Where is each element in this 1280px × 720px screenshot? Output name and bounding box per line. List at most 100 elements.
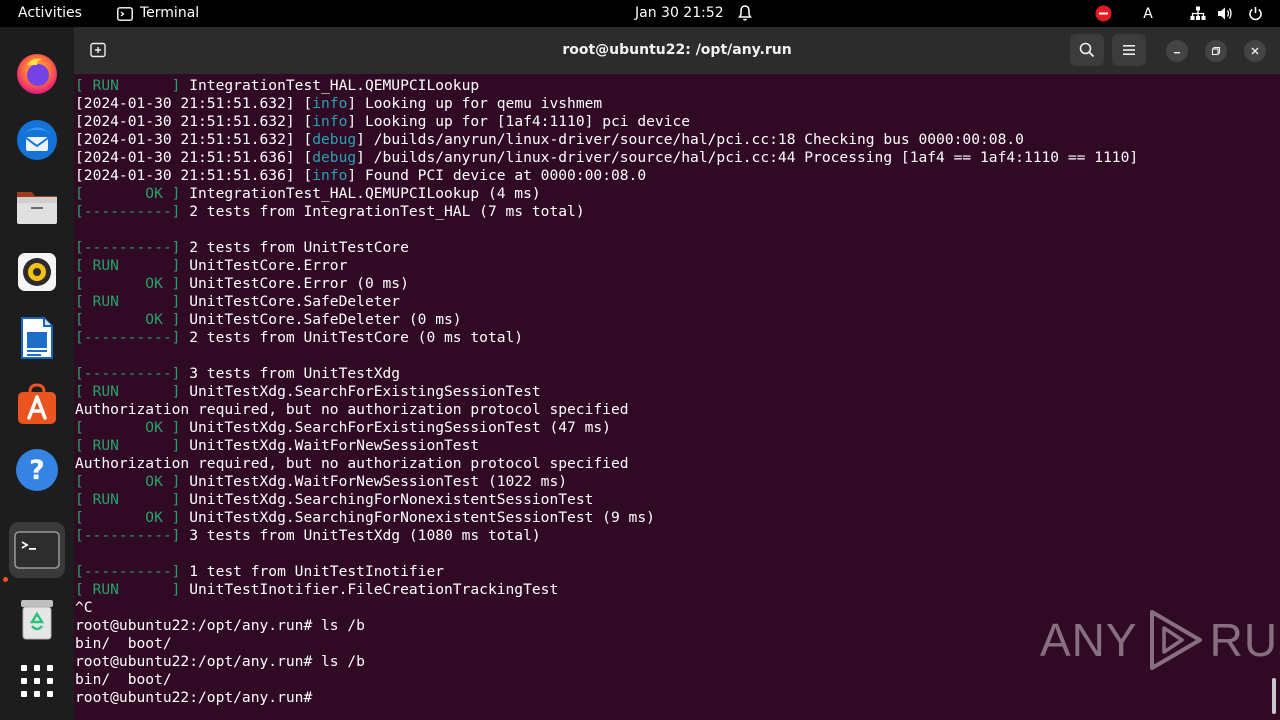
terminal-line: [2024-01-30 21:51:51.632] [info] Looking… <box>75 113 1138 131</box>
terminal-text-segment: Authorization required, but no authoriza… <box>75 455 629 472</box>
dock: ? <box>0 27 74 720</box>
terminal-text-segment: bin/ boot/ <box>75 635 172 652</box>
terminal-text-segment: [2024-01-30 21:51:51.632] [ <box>75 131 313 148</box>
menu-button[interactable] <box>1112 34 1146 66</box>
terminal-line: [2024-01-30 21:51:51.632] [info] Looking… <box>75 95 1138 113</box>
terminal-icon <box>14 531 60 569</box>
anyrun-watermark: ANY RUN <box>1040 608 1280 672</box>
writer-icon <box>21 317 53 359</box>
close-button[interactable] <box>1244 40 1266 62</box>
restore-icon <box>1211 46 1221 56</box>
terminal-line: [ RUN ] UnitTestCore.SafeDeleter <box>75 293 1138 311</box>
terminal-line: [ RUN ] UnitTestXdg.SearchingForNonexist… <box>75 491 1138 509</box>
terminal-line: [ OK ] UnitTestCore.Error (0 ms) <box>75 275 1138 293</box>
watermark-right-text: RUN <box>1209 614 1280 666</box>
terminal-line: [----------] 3 tests from UnitTestXdg <box>75 365 1138 383</box>
dock-terminal[interactable] <box>9 522 65 578</box>
terminal-text-segment: [----------] <box>75 329 181 346</box>
terminal-app-icon <box>117 6 133 21</box>
terminal-line: root@ubuntu22:/opt/any.run# ls /b <box>75 617 1138 635</box>
dock-rhythmbox[interactable] <box>9 244 65 300</box>
power-icon[interactable] <box>1245 0 1265 27</box>
terminal-text-segment: UnitTestXdg.WaitForNewSessionTest <box>180 437 480 454</box>
terminal-cursor <box>321 689 330 705</box>
running-indicator <box>3 577 8 582</box>
hamburger-menu-icon <box>1123 45 1135 55</box>
maximize-button[interactable] <box>1205 40 1227 62</box>
close-icon <box>1251 47 1259 55</box>
dock-thunderbird[interactable] <box>9 112 65 168</box>
app-grid-icon <box>21 665 53 697</box>
top-bar: Activities Terminal Jan 30 21:52 A <box>0 0 1280 27</box>
terminal-line: [ OK ] UnitTestXdg.SearchingForNonexiste… <box>75 509 1138 527</box>
terminal-line: bin/ boot/ <box>75 671 1138 689</box>
terminal-text-segment: root@ubuntu22:/opt/any.run# <box>75 689 322 706</box>
terminal-text-segment: 3 tests from UnitTestXdg <box>180 365 401 382</box>
network-wired-icon[interactable] <box>1188 0 1208 27</box>
activities-button[interactable]: Activities <box>18 0 82 27</box>
dock-help[interactable]: ? <box>9 442 65 498</box>
terminal-line: [2024-01-30 21:51:51.636] [debug] /build… <box>75 149 1138 167</box>
dock-show-applications[interactable] <box>9 653 65 709</box>
terminal-line: Authorization required, but no authoriza… <box>75 455 1138 473</box>
terminal-text-segment: ] Looking up for [1af4:1110] pci device <box>347 113 691 130</box>
dock-files[interactable] <box>9 178 65 234</box>
terminal-text-segment: [ RUN ] <box>75 581 181 598</box>
scrollbar[interactable] <box>1272 678 1276 714</box>
terminal-line: [ RUN ] UnitTestXdg.WaitForNewSessionTes… <box>75 437 1138 455</box>
terminal-text-segment: [2024-01-30 21:51:51.636] [ <box>75 149 313 166</box>
terminal-text-segment: UnitTestCore.Error (0 ms) <box>180 275 409 292</box>
terminal-text-segment: ] /builds/anyrun/linux-driver/source/hal… <box>356 149 1139 166</box>
dock-libreoffice-writer[interactable] <box>9 310 65 366</box>
terminal-text-segment: ] Looking up for qemu ivshmem <box>347 95 603 112</box>
dock-trash[interactable] <box>9 591 65 647</box>
terminal-text-segment: UnitTestInotifier.FileCreationTrackingTe… <box>180 581 559 598</box>
terminal-text-segment: ^C <box>75 599 93 616</box>
dock-ubuntu-software[interactable] <box>9 376 65 432</box>
terminal-line: [ RUN ] UnitTestInotifier.FileCreationTr… <box>75 581 1138 599</box>
dock-firefox[interactable] <box>9 46 65 102</box>
terminal-text-segment: UnitTestXdg.SearchingForNonexistentSessi… <box>180 509 655 526</box>
terminal-text-segment: info <box>312 167 348 184</box>
terminal-text-segment: [ RUN ] <box>75 383 181 400</box>
terminal-text-segment: [----------] <box>75 365 181 382</box>
terminal-line: [ OK ] UnitTestCore.SafeDeleter (0 ms) <box>75 311 1138 329</box>
new-tab-button[interactable] <box>84 36 112 64</box>
terminal-text-segment: 1 test from UnitTestInotifier <box>180 563 445 580</box>
volume-icon[interactable] <box>1215 0 1235 27</box>
minimize-button[interactable] <box>1166 40 1188 62</box>
terminal-text-segment: IntegrationTest_HAL.QEMUPCILookup (4 ms) <box>180 185 541 202</box>
terminal-line: ^C <box>75 599 1138 617</box>
terminal-text-segment: UnitTestXdg.SearchForExistingSessionTest <box>180 383 541 400</box>
terminal-line: [----------] 3 tests from UnitTestXdg (1… <box>75 527 1138 545</box>
terminal-text-segment: [ OK ] <box>75 275 181 292</box>
terminal-text-segment: [----------] <box>75 203 181 220</box>
thunderbird-icon <box>17 120 57 160</box>
terminal-line: [ RUN ] UnitTestXdg.SearchForExistingSes… <box>75 383 1138 401</box>
app-menu[interactable]: Terminal <box>117 0 199 27</box>
terminal-text-segment: [----------] <box>75 239 181 256</box>
terminal-text-segment: [ OK ] <box>75 473 181 490</box>
terminal-text-segment: UnitTestXdg.WaitForNewSessionTest (1022 … <box>180 473 568 490</box>
terminal-line: [----------] 2 tests from IntegrationTes… <box>75 203 1138 221</box>
terminal-line: [ RUN ] IntegrationTest_HAL.QEMUPCILooku… <box>75 77 1138 95</box>
svg-text:?: ? <box>29 455 45 486</box>
terminal-text-segment: [ RUN ] <box>75 293 181 310</box>
search-icon <box>1079 42 1095 58</box>
terminal-line: [ RUN ] UnitTestCore.Error <box>75 257 1138 275</box>
terminal-text-segment: Authorization required, but no authoriza… <box>75 401 629 418</box>
new-tab-icon <box>90 42 106 58</box>
search-button[interactable] <box>1070 34 1104 66</box>
terminal-text-segment: [ RUN ] <box>75 77 181 94</box>
clock[interactable]: Jan 30 21:52 <box>635 0 724 27</box>
minimize-icon <box>1174 52 1180 54</box>
terminal-text-segment: 2 tests from IntegrationTest_HAL (7 ms t… <box>180 203 585 220</box>
terminal-line: [2024-01-30 21:51:51.632] [debug] /build… <box>75 131 1138 149</box>
terminal-line: [----------] 1 test from UnitTestInotifi… <box>75 563 1138 581</box>
terminal-text-segment: [ RUN ] <box>75 491 181 508</box>
keyboard-layout-indicator[interactable]: A <box>1140 0 1156 27</box>
recording-indicator-icon[interactable] <box>1093 0 1113 27</box>
